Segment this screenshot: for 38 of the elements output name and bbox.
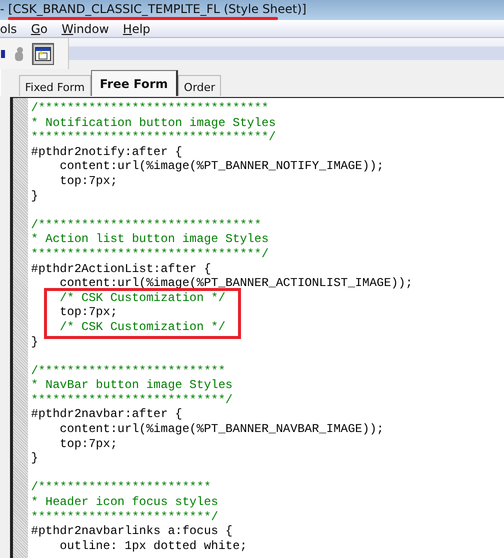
code-comment: *************************/ [31, 510, 218, 524]
code-comment: ***************************/ [31, 392, 233, 407]
code-comment: * NavBar button image Styles [31, 378, 233, 392]
code-comment: *********************************/ [31, 130, 276, 144]
code-line: content:url(%image(%PT_BANNER_ACTIONLIST_IMAGE)); [58, 276, 413, 290]
code-line: } [31, 188, 38, 203]
code-comment: /******************************** [31, 101, 269, 115]
code-comment: * Notification button image Styles [31, 116, 276, 130]
menu-item[interactable]: ols [0, 20, 22, 37]
code-line: } [31, 451, 38, 466]
code-comment: /************************ [31, 480, 212, 494]
code-comment: * Action list button image Styles [31, 232, 269, 246]
tab[interactable]: Fixed Form [19, 75, 91, 96]
code-editor[interactable] [10, 97, 504, 558]
code-comment: /* CSK Customization */ [58, 320, 226, 334]
menu-item[interactable]: Go [30, 20, 53, 37]
code-comment: ********************************/ [31, 246, 269, 261]
code-comment: * Header icon focus styles [31, 495, 218, 510]
code-line: top:7px; [58, 174, 118, 188]
code-line: top:7px; [58, 436, 118, 451]
code-comment: /* CSK Customization */ [58, 290, 226, 305]
code-line: content:url(%image(%PT_BANNER_NOTIFY_IMAGE)); [58, 159, 384, 174]
code-line: top:7px; [58, 305, 118, 320]
code-comment: /************************** [31, 364, 226, 378]
code-line: } [31, 334, 38, 348]
code-line: #pthdr2navbar:after { [31, 407, 182, 422]
code-line: #pthdr2ActionList:after { [31, 262, 212, 276]
code-line: #pthdr2notify:after { [31, 144, 182, 159]
window-title: - [CSK_BRAND_CLASSIC_TEMPLTE_FL (Style Sheet)] [0, 2, 306, 16]
menu-item[interactable]: Help [122, 20, 156, 37]
code-line: content:url(%image(%PT_BANNER_NAVBAR_IMAGE)); [58, 422, 384, 436]
tab[interactable]: Free Form [90, 70, 178, 96]
code-line: #pthdr2navbarlinks a:focus { [31, 524, 233, 538]
code-comment: /******************************* [31, 218, 262, 232]
window-icon[interactable] [32, 42, 54, 64]
tab[interactable]: Order [178, 75, 222, 96]
menu-item[interactable]: Window [62, 20, 114, 37]
code-line: outline: 1px dotted white; [58, 538, 248, 553]
